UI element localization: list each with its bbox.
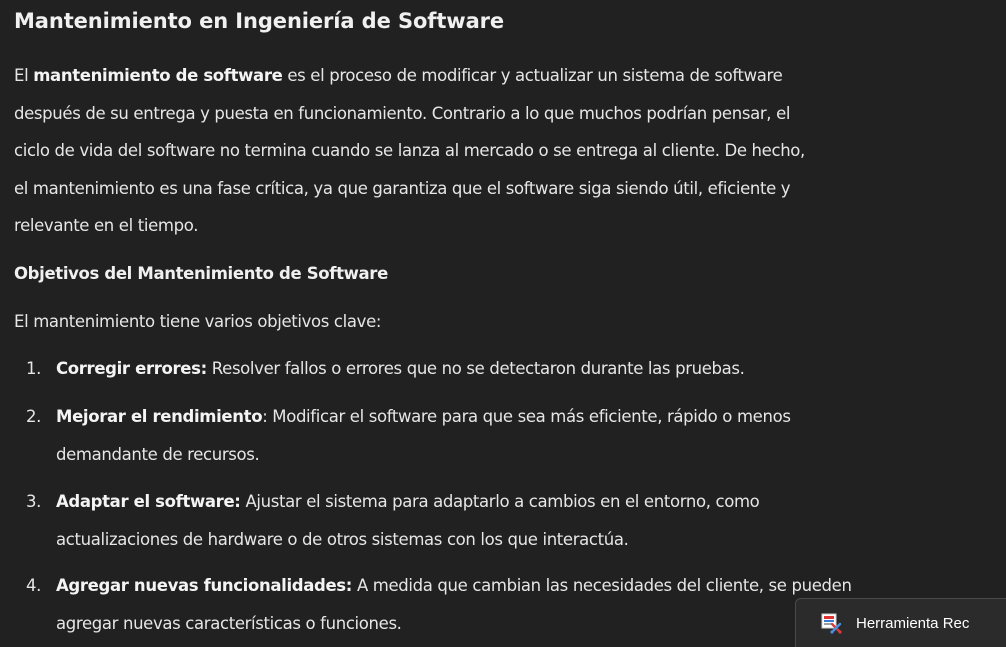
list-item-text: Ajustar el sistema para adaptarlo a camb… xyxy=(245,492,760,511)
list-item-text: Resolver fallos o errores que no se dete… xyxy=(211,359,745,378)
list-item-title: Mejorar el rendimiento xyxy=(56,407,263,426)
list-item: 1. Corregir errores: Resolver fallos o e… xyxy=(26,350,986,388)
intro-text: es el proceso de modificar y actualizar … xyxy=(282,66,783,85)
list-item-title: Adaptar el software: xyxy=(56,492,241,511)
list-item-number: 1. xyxy=(26,359,42,378)
list-item-line: Corregir errores: Resolver fallos o erro… xyxy=(56,350,986,388)
intro-text: El xyxy=(14,66,34,85)
list-item-number: 4. xyxy=(26,576,42,595)
snipping-tool-icon xyxy=(821,613,842,634)
intro-paragraph: El mantenimiento de software es el proce… xyxy=(14,57,974,245)
list-item: 3. Adaptar el software: Ajustar el siste… xyxy=(26,483,986,558)
intro-line-5: relevante en el tiempo. xyxy=(14,216,199,235)
list-item-number: 3. xyxy=(26,492,42,511)
intro-line-3: ciclo de vida del software no termina cu… xyxy=(14,141,805,160)
intro-line-1: El mantenimiento de software es el proce… xyxy=(14,57,974,95)
list-item-number: 2. xyxy=(26,407,42,426)
list-item-line: Adaptar el software: Ajustar el sistema … xyxy=(56,483,986,521)
intro-bold-term: mantenimiento de software xyxy=(33,66,283,85)
section-heading: Objetivos del Mantenimiento de Software xyxy=(14,264,388,283)
list-item-title: Agregar nuevas funcionalidades: xyxy=(56,576,353,595)
intro-line-4: el mantenimiento es una fase crítica, ya… xyxy=(14,178,791,198)
list-item-line: Mejorar el rendimiento: Modificar el sof… xyxy=(56,398,986,436)
list-item-line: demandante de recursos. xyxy=(56,444,260,464)
list-item-text: A medida que cambian las necesidades del… xyxy=(356,576,852,595)
taskbar-app-label: Herramienta Rec xyxy=(856,614,970,632)
taskbar-app-preview[interactable]: Herramienta Rec xyxy=(795,598,1006,647)
list-item-line: actualizaciones de hardware o de otros s… xyxy=(56,529,629,549)
list-item: 2. Mejorar el rendimiento: Modificar el … xyxy=(26,398,986,473)
list-item-title: Corregir errores: xyxy=(56,359,207,378)
section-lead: El mantenimiento tiene varios objetivos … xyxy=(14,312,382,331)
intro-line-2: después de su entrega y puesta en funcio… xyxy=(14,103,791,123)
list-item-text: : Modificar el software para que sea más… xyxy=(262,407,791,426)
page-title: Mantenimiento en Ingeniería de Software xyxy=(14,9,505,33)
